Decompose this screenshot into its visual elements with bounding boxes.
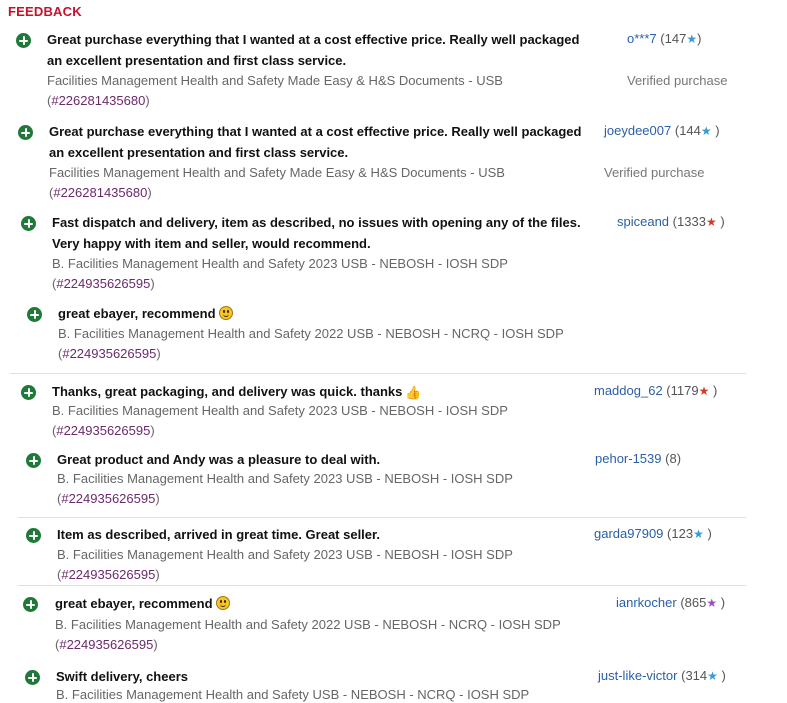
comment-line: Thanks, great packaging, and delivery wa… bbox=[52, 384, 403, 399]
comment-line: Very happy with item and seller, would r… bbox=[52, 236, 371, 251]
buyer-info: joeydee007 (144★ ) bbox=[604, 123, 720, 138]
buyer-username[interactable]: garda97909 bbox=[594, 526, 663, 541]
comment-line: Great product and Andy was a pleasure to… bbox=[57, 452, 381, 467]
feedback-comment: Swift delivery, cheers bbox=[56, 666, 188, 687]
feedback-comment: great ebayer, recommend bbox=[55, 593, 230, 614]
star-icon: ★ bbox=[700, 124, 712, 138]
item-number-link[interactable]: #224935626595 bbox=[61, 491, 155, 506]
item-number-link[interactable]: #224935626595 bbox=[56, 276, 150, 291]
buyer-info: pehor-1539 (8) bbox=[595, 451, 682, 466]
feedback-comment: great ebayer, recommend bbox=[58, 303, 233, 324]
positive-feedback-icon bbox=[21, 216, 36, 231]
comment-line: Great purchase everything that I wanted … bbox=[47, 32, 580, 47]
buyer-username[interactable]: just-like-victor bbox=[598, 668, 677, 683]
verified-purchase: Verified purchase bbox=[627, 73, 728, 88]
entry-divider bbox=[18, 585, 746, 586]
item-title: B. Facilities Management Health and Safe… bbox=[55, 617, 561, 652]
buyer-username[interactable]: o***7 bbox=[627, 31, 657, 46]
feedback-score[interactable]: 865 bbox=[685, 595, 707, 610]
buyer-info: maddog_62 (1179★ ) bbox=[594, 383, 718, 398]
comment-line: Great purchase everything that I wanted … bbox=[49, 124, 582, 139]
item-number-link[interactable]: #224935626595 bbox=[61, 567, 155, 582]
buyer-username[interactable]: spiceand bbox=[617, 214, 669, 229]
feedback-comment: Great product and Andy was a pleasure to… bbox=[57, 449, 380, 470]
positive-feedback-icon bbox=[16, 33, 31, 48]
comment-line: Fast dispatch and delivery, item as desc… bbox=[52, 215, 581, 230]
feedback-comment: Great purchase everything that I wanted … bbox=[47, 29, 579, 71]
buyer-info: just-like-victor (314★ ) bbox=[598, 668, 726, 683]
comment-line: great ebayer, recommend bbox=[58, 306, 216, 321]
item-title: B. Facilities Management Health and Safe… bbox=[57, 547, 513, 582]
buyer-username[interactable]: joeydee007 bbox=[604, 123, 671, 138]
buyer-info: garda97909 (123★ ) bbox=[594, 526, 712, 541]
item-number-link[interactable]: #226281435680 bbox=[51, 93, 145, 108]
feedback-comment: Item as described, arrived in great time… bbox=[57, 524, 380, 545]
feedback-header: FEEDBACK bbox=[8, 4, 82, 19]
smiley-emoji-icon bbox=[215, 596, 230, 610]
positive-feedback-icon bbox=[27, 307, 42, 322]
feedback-score[interactable]: 1179 bbox=[671, 383, 699, 398]
feedback-score[interactable]: 123 bbox=[671, 526, 693, 541]
feedback-comment: Thanks, great packaging, and delivery wa… bbox=[52, 381, 422, 403]
star-icon: ★ bbox=[693, 527, 704, 541]
positive-feedback-icon bbox=[26, 453, 41, 468]
star-icon: ★ bbox=[707, 669, 718, 683]
positive-feedback-icon bbox=[23, 597, 38, 612]
feedback-comment: Great purchase everything that I wanted … bbox=[49, 121, 581, 163]
buyer-info: o***7 (147★) bbox=[627, 31, 702, 46]
feedback-score[interactable]: 314 bbox=[685, 668, 707, 683]
star-icon: ★ bbox=[706, 596, 718, 610]
comment-line: Swift delivery, cheers bbox=[56, 669, 188, 684]
item-number-link[interactable]: #224935626595 bbox=[59, 637, 153, 652]
positive-feedback-icon bbox=[25, 670, 40, 685]
buyer-username[interactable]: maddog_62 bbox=[594, 383, 663, 398]
item-title: B. Facilities Management Health and Safe… bbox=[56, 687, 530, 702]
entry-divider bbox=[10, 373, 746, 374]
buyer-info: ianrkocher (865★ ) bbox=[616, 595, 726, 610]
comment-line: Item as described, arrived in great time… bbox=[57, 527, 380, 542]
feedback-score[interactable]: 1333 bbox=[677, 214, 706, 229]
item-title: B. Facilities Management Health and Safe… bbox=[52, 256, 508, 291]
feedback-score[interactable]: 144 bbox=[679, 123, 701, 138]
buyer-username[interactable]: ianrkocher bbox=[616, 595, 677, 610]
item-title: B. Facilities Management Health and Safe… bbox=[58, 326, 564, 361]
verified-purchase: Verified purchase bbox=[604, 165, 705, 180]
star-icon: ★ bbox=[686, 32, 698, 46]
feedback-score[interactable]: 8 bbox=[669, 451, 676, 466]
item-title: B. Facilities Management Health and Safe… bbox=[52, 403, 508, 438]
comment-line: great ebayer, recommend bbox=[55, 596, 213, 611]
item-title: Facilities Management Health and Safety … bbox=[49, 165, 505, 200]
item-number-link[interactable]: #224935626595 bbox=[56, 423, 150, 438]
star-icon: ★ bbox=[698, 384, 710, 398]
entry-divider bbox=[18, 517, 746, 518]
item-number-link[interactable]: #224935626595 bbox=[62, 346, 156, 361]
smiley-emoji-icon bbox=[218, 306, 233, 320]
comment-line: an excellent presentation and first clas… bbox=[47, 53, 347, 68]
star-icon: ★ bbox=[705, 215, 717, 229]
item-title: B. Facilities Management Health and Safe… bbox=[57, 471, 513, 506]
feedback-comment: Fast dispatch and delivery, item as desc… bbox=[52, 212, 581, 254]
buyer-username[interactable]: pehor-1539 bbox=[595, 451, 662, 466]
thumbs-up-emoji-icon: 👍 bbox=[405, 385, 422, 400]
positive-feedback-icon bbox=[18, 125, 33, 140]
comment-line: an excellent presentation and first clas… bbox=[49, 145, 349, 160]
positive-feedback-icon bbox=[21, 385, 36, 400]
positive-feedback-icon bbox=[26, 528, 41, 543]
item-title: Facilities Management Health and Safety … bbox=[47, 73, 503, 108]
item-number-link[interactable]: #226281435680 bbox=[53, 185, 147, 200]
feedback-score[interactable]: 147 bbox=[665, 31, 687, 46]
buyer-info: spiceand (1333★ ) bbox=[617, 214, 725, 229]
